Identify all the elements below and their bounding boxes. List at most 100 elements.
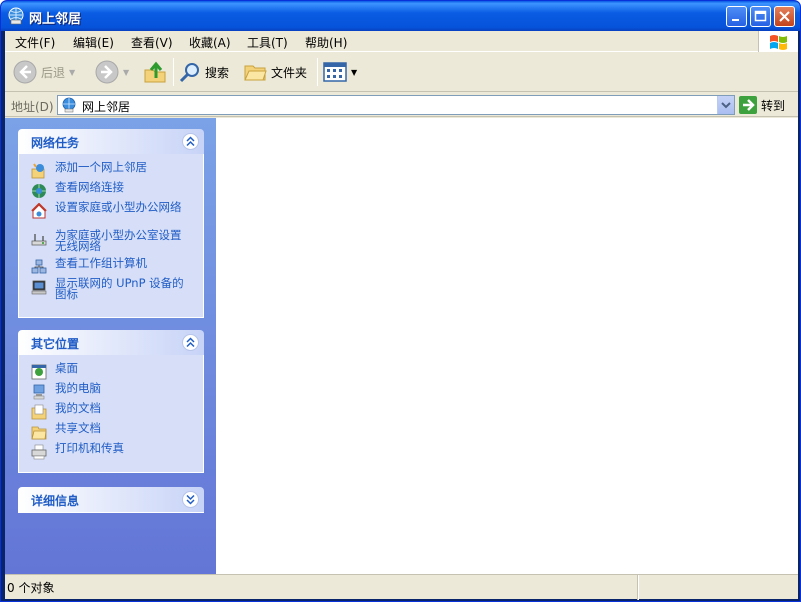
details-body (18, 512, 204, 513)
network-places-icon (62, 97, 76, 113)
my-documents-icon (31, 404, 47, 420)
status-bar: 0 个对象 (5, 574, 798, 600)
task-label: 查看网络连接 (55, 180, 124, 194)
forward-dropdown-icon: ▼ (123, 67, 130, 77)
other-places-body: 桌面 我的电脑 我的文档 共享文档 打印机和传真 (18, 355, 204, 473)
close-button[interactable] (774, 6, 795, 27)
place-label: 我的文档 (55, 401, 101, 415)
views-button[interactable]: ▼ (323, 57, 357, 87)
task-setup-home-network[interactable]: 设置家庭或小型办公网络 (31, 200, 185, 219)
menu-bar: 文件(F) 编辑(E) 查看(V) 收藏(A) 工具(T) 帮助(H) (5, 31, 798, 52)
task-setup-wireless-network[interactable]: 为家庭或小型办公室设置无线网络 (31, 228, 185, 253)
title-bar[interactable]: 网上邻居 (1, 1, 800, 31)
network-places-icon (8, 7, 24, 25)
maximize-button[interactable] (750, 6, 771, 27)
back-label: 后退 (41, 65, 66, 80)
chevron-up-icon (186, 337, 195, 348)
expand-button[interactable] (182, 491, 199, 508)
folder-view[interactable] (216, 118, 798, 574)
back-button[interactable]: 后退 ▼ (13, 57, 75, 87)
add-network-place-icon (31, 163, 45, 179)
folders-button[interactable]: 文件夹 (243, 57, 307, 87)
place-my-documents[interactable]: 我的文档 (31, 401, 185, 420)
task-label: 为家庭或小型办公室设置无线网络 (55, 228, 182, 253)
upnp-device-icon (31, 280, 47, 295)
toolbar: 后退 ▼ ▼ 搜索 文件夹 ▼ (5, 53, 798, 92)
task-view-network-connections[interactable]: 查看网络连接 (31, 180, 185, 199)
maximize-icon (754, 10, 767, 22)
folder-up-icon (144, 61, 166, 83)
network-tasks-header[interactable]: 网络任务 (18, 129, 204, 154)
explorer-window: 网上邻居 文件(F) 编辑(E) 查看(V) 收藏(A) 工具(T) 帮助(H) (0, 0, 801, 602)
go-label: 转到 (761, 98, 786, 113)
place-label: 共享文档 (55, 421, 101, 435)
network-tasks-title: 网络任务 (31, 136, 80, 150)
windows-flag-icon (770, 35, 787, 50)
shared-documents-icon (31, 426, 47, 440)
chevron-down-icon (721, 102, 731, 109)
network-tasks-panel: 网络任务 添加一个网上邻居 查看网络连接 设置家庭或小型办公网络 为家庭或小型办… (18, 129, 204, 318)
address-field[interactable]: 网上邻居 (57, 95, 735, 115)
network-connections-icon (32, 184, 46, 198)
printers-faxes-icon (31, 444, 47, 460)
address-bar: 地址(D) 网上邻居 转到 (5, 93, 798, 117)
menu-favorites[interactable]: 收藏(A) (189, 34, 231, 51)
forward-arrow-icon (95, 60, 119, 84)
up-button[interactable] (143, 57, 167, 87)
other-places-header[interactable]: 其它位置 (18, 330, 204, 355)
task-label: 添加一个网上邻居 (55, 160, 147, 174)
menu-tools[interactable]: 工具(T) (247, 34, 288, 51)
status-text: 0 个对象 (7, 581, 55, 595)
search-label: 搜索 (205, 65, 230, 80)
collapse-button[interactable] (182, 334, 199, 351)
minimize-button[interactable] (726, 6, 747, 27)
toolbar-separator (317, 58, 318, 86)
other-places-title: 其它位置 (31, 337, 80, 351)
address-value: 网上邻居 (82, 100, 131, 114)
place-printers-faxes[interactable]: 打印机和传真 (31, 441, 185, 460)
task-show-upnp-icons[interactable]: 显示联网的 UPnP 设备的图标 (31, 277, 185, 300)
views-dropdown-icon: ▼ (351, 67, 358, 77)
address-label: 地址(D) (11, 100, 54, 114)
menu-view[interactable]: 查看(V) (131, 34, 173, 51)
address-dropdown-button[interactable] (717, 96, 734, 114)
toolbar-separator (173, 58, 174, 86)
workgroup-icon (31, 259, 47, 274)
collapse-button[interactable] (182, 133, 199, 150)
status-separator (637, 575, 639, 600)
place-label: 打印机和传真 (55, 441, 124, 455)
client-area: 文件(F) 编辑(E) 查看(V) 收藏(A) 工具(T) 帮助(H) 后退 ▼… (5, 31, 798, 600)
forward-button[interactable]: ▼ (95, 57, 129, 87)
task-label: 设置家庭或小型办公网络 (55, 200, 182, 214)
minimize-icon (732, 19, 739, 21)
network-tasks-body: 添加一个网上邻居 查看网络连接 设置家庭或小型办公网络 为家庭或小型办公室设置无… (18, 154, 204, 318)
place-label: 桌面 (55, 361, 78, 375)
other-places-panel: 其它位置 桌面 我的电脑 我的文档 共享文档 打印机和传真 (18, 330, 204, 473)
details-panel: 详细信息 (18, 487, 204, 513)
search-button[interactable]: 搜索 (179, 57, 229, 87)
task-view-workgroup[interactable]: 查看工作组计算机 (31, 256, 185, 275)
chevron-up-icon (186, 136, 195, 147)
menu-edit[interactable]: 编辑(E) (73, 34, 114, 51)
back-arrow-icon (13, 60, 37, 84)
task-add-network-place[interactable]: 添加一个网上邻居 (31, 160, 185, 179)
close-icon (779, 11, 790, 22)
menu-file[interactable]: 文件(F) (15, 34, 55, 51)
menu-help[interactable]: 帮助(H) (305, 34, 347, 51)
task-label: 查看工作组计算机 (55, 256, 147, 270)
home-network-icon (31, 203, 47, 219)
task-pane: 网络任务 添加一个网上邻居 查看网络连接 设置家庭或小型办公网络 为家庭或小型办… (5, 118, 216, 574)
folders-label: 文件夹 (271, 65, 308, 80)
details-header[interactable]: 详细信息 (18, 487, 204, 512)
window-title: 网上邻居 (29, 12, 82, 27)
place-shared-documents[interactable]: 共享文档 (31, 421, 185, 440)
search-icon (179, 63, 199, 83)
place-my-computer[interactable]: 我的电脑 (31, 381, 185, 400)
place-label: 我的电脑 (55, 381, 101, 395)
my-computer-icon (33, 384, 45, 400)
place-desktop[interactable]: 桌面 (31, 361, 185, 380)
wireless-network-icon (31, 234, 47, 246)
chevron-down-icon (186, 494, 195, 505)
go-button[interactable]: 转到 (739, 95, 785, 115)
desktop-icon (31, 364, 47, 380)
